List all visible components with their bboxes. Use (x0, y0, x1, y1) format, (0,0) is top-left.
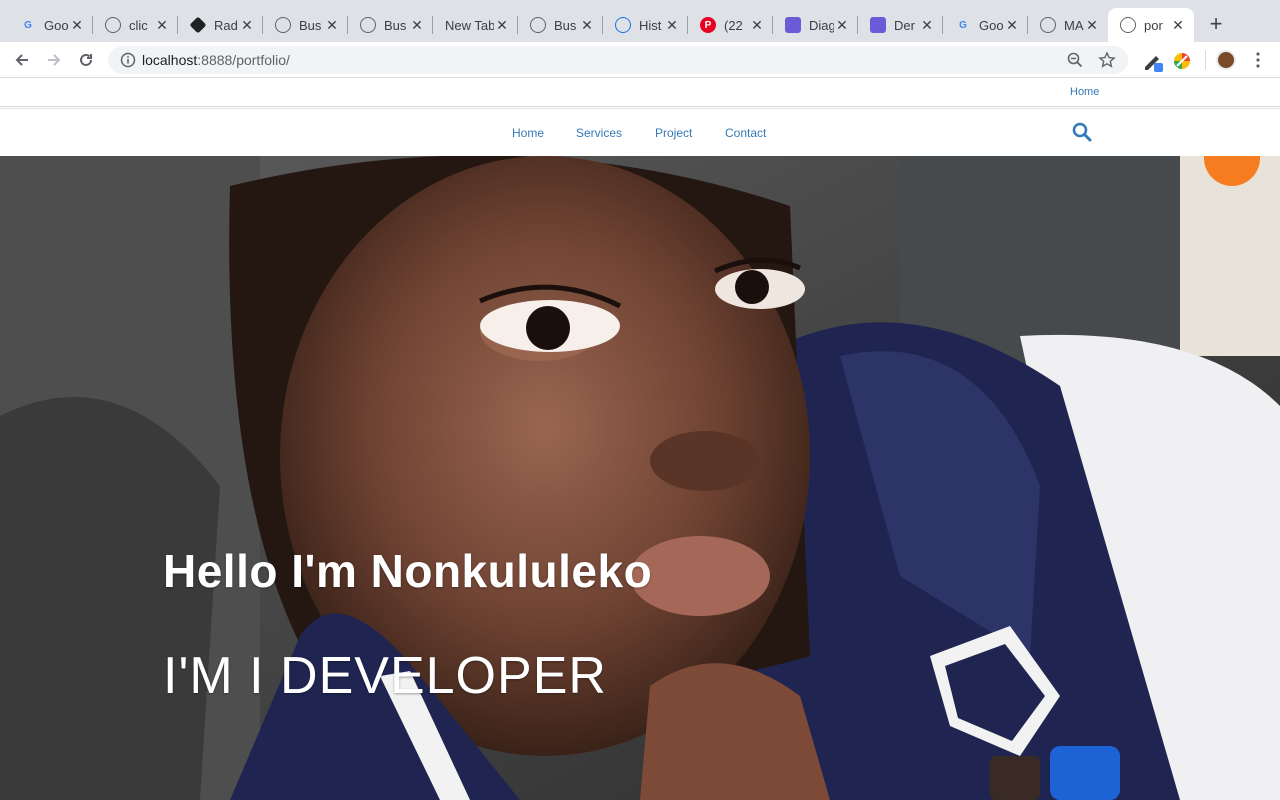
github-icon (1120, 17, 1136, 33)
address-bar[interactable]: localhost:8888/portfolio/ (108, 46, 1128, 74)
google-icon: G (24, 19, 32, 31)
close-tab-icon[interactable]: ✕ (579, 17, 595, 34)
browser-tab-10[interactable]: Diag ✕ (773, 8, 858, 42)
close-tab-icon[interactable]: ✕ (239, 17, 255, 34)
close-tab-icon[interactable]: ✕ (409, 17, 425, 34)
globe-icon (360, 17, 376, 33)
tab-title: Der (894, 17, 915, 33)
url-path: :8888/portfolio/ (197, 52, 290, 68)
globe-icon (105, 17, 121, 33)
close-tab-icon[interactable]: ✕ (749, 17, 765, 34)
close-tab-icon[interactable]: ✕ (834, 17, 850, 34)
browser-tab-13[interactable]: MA ✕ (1028, 8, 1108, 42)
hero-subtitle: I'M I DEVELOPER (163, 647, 607, 705)
diagram-icon (785, 17, 801, 33)
back-button[interactable] (10, 48, 34, 72)
extension-pen-icon[interactable] (1142, 51, 1164, 73)
browser-toolbar: localhost:8888/portfolio/ (0, 42, 1280, 78)
browser-tab-12[interactable]: G Goo ✕ (943, 8, 1028, 42)
browser-tab-2[interactable]: clic ✕ (93, 8, 178, 42)
tab-title: (22 (724, 17, 743, 33)
reload-icon (80, 53, 92, 66)
github-icon (1040, 17, 1056, 33)
browser-tab-11[interactable]: Der ✕ (858, 8, 943, 42)
tab-title: clic (129, 17, 148, 33)
back-arrow-icon (15, 54, 28, 66)
globe-icon (530, 17, 546, 33)
nav-project[interactable]: Project (655, 126, 692, 140)
close-tab-icon[interactable]: ✕ (1004, 17, 1020, 34)
tab-title: Bus (554, 17, 577, 33)
browser-tab-6[interactable]: New Tab ✕ (433, 8, 518, 42)
browser-tab-4[interactable]: Bus ✕ (263, 8, 348, 42)
search-icon[interactable] (1072, 122, 1092, 142)
tab-title: New Tab (445, 17, 494, 33)
browser-tab-9[interactable]: P (22 ✕ (688, 8, 773, 42)
nav-services[interactable]: Services (576, 126, 622, 140)
url-host: localhost (142, 52, 198, 68)
close-tab-icon[interactable]: ✕ (664, 17, 680, 34)
hero-section: Hello I'm Nonkululeko I'M I DEVELOPER (0, 156, 1280, 800)
browser-tab-7[interactable]: Bus ✕ (518, 8, 603, 42)
tab-title: Goo (44, 17, 69, 33)
more-menu-icon[interactable] (1250, 51, 1266, 69)
nav-home[interactable]: Home (512, 126, 544, 140)
tab-title: Goo (979, 17, 1004, 33)
google-icon: G (959, 19, 967, 31)
extension-colorpicker-icon[interactable] (1172, 51, 1192, 71)
browser-tab-8[interactable]: Hist ✕ (603, 8, 688, 42)
tab-title: MA (1064, 17, 1084, 33)
tab-title: Diag (809, 17, 834, 33)
close-tab-icon[interactable]: ✕ (69, 17, 85, 34)
info-icon[interactable] (120, 52, 136, 68)
diagram-icon (870, 17, 886, 33)
history-icon (615, 17, 631, 33)
url-text: localhost:8888/portfolio/ (142, 52, 290, 68)
browser-tab-5[interactable]: Bus ✕ (348, 8, 433, 42)
globe-icon (275, 17, 291, 33)
hero-title: Hello I'm Nonkululeko (163, 545, 653, 597)
radix-icon (189, 16, 207, 34)
browser-tab-3[interactable]: Rad ✕ (178, 8, 263, 42)
browser-tab-14[interactable]: por ✕ (1108, 8, 1194, 42)
profile-avatar[interactable] (1216, 50, 1236, 70)
bookmark-star-icon[interactable] (1098, 51, 1116, 69)
new-tab-button[interactable]: + (1204, 12, 1228, 36)
nav-contact[interactable]: Contact (725, 126, 766, 140)
tab-title: por (1144, 17, 1163, 33)
site-navbar: Home Services Project Contact (0, 108, 1280, 156)
browser-tab-1[interactable]: G Goo ✕ (8, 8, 93, 42)
forward-button[interactable] (42, 48, 66, 72)
top-home-link[interactable]: Home (1070, 86, 1099, 98)
close-tab-icon[interactable]: ✕ (1084, 17, 1100, 34)
close-tab-icon[interactable]: ✕ (919, 17, 935, 34)
pinterest-icon: P (700, 17, 716, 33)
browser-tab-strip: G Goo ✕ clic ✕ Rad ✕ Bus ✕ Bus ✕ New Tab ✕ Bus ✕ Hist ✕ P… (0, 0, 1280, 42)
tab-title: Hist (639, 17, 662, 33)
site-top-bar: Home (0, 79, 1280, 107)
close-tab-icon[interactable]: ✕ (1170, 17, 1186, 34)
forward-arrow-icon (48, 54, 61, 66)
close-tab-icon[interactable]: ✕ (324, 17, 340, 34)
tab-title: Bus (384, 17, 407, 33)
tab-title: Bus (299, 17, 322, 33)
tab-title: Rad (214, 17, 238, 33)
toolbar-divider (1205, 50, 1206, 70)
close-tab-icon[interactable]: ✕ (154, 17, 170, 34)
reload-button[interactable] (74, 48, 98, 72)
close-tab-icon[interactable]: ✕ (494, 17, 510, 34)
zoom-icon[interactable] (1066, 51, 1084, 69)
